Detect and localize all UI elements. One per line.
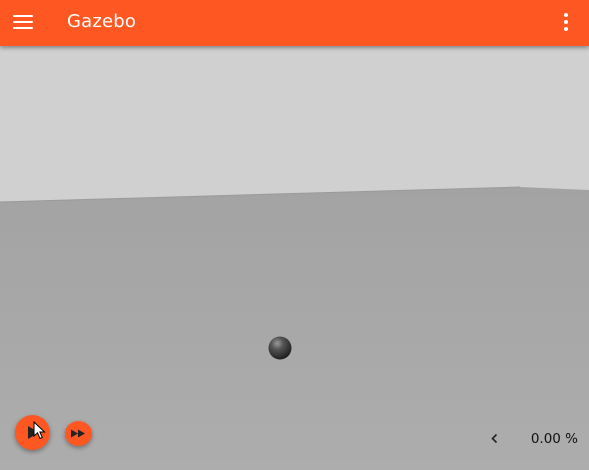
hamburger-menu-icon[interactable] — [13, 14, 33, 31]
chevron-left-icon — [491, 433, 498, 444]
more-vertical-icon[interactable] — [560, 13, 572, 33]
app-title: Gazebo — [67, 11, 137, 32]
fast-forward-icon — [71, 429, 85, 438]
play-icon — [28, 426, 39, 439]
app-bar: Gazebo — [0, 0, 589, 46]
step-button[interactable] — [65, 421, 92, 446]
sphere-model[interactable] — [268, 336, 292, 360]
play-button[interactable] — [15, 415, 50, 450]
scene-viewport[interactable] — [0, 46, 589, 470]
collapse-stats-button[interactable] — [486, 429, 502, 447]
real-time-factor: 0.00 % — [530, 431, 578, 447]
